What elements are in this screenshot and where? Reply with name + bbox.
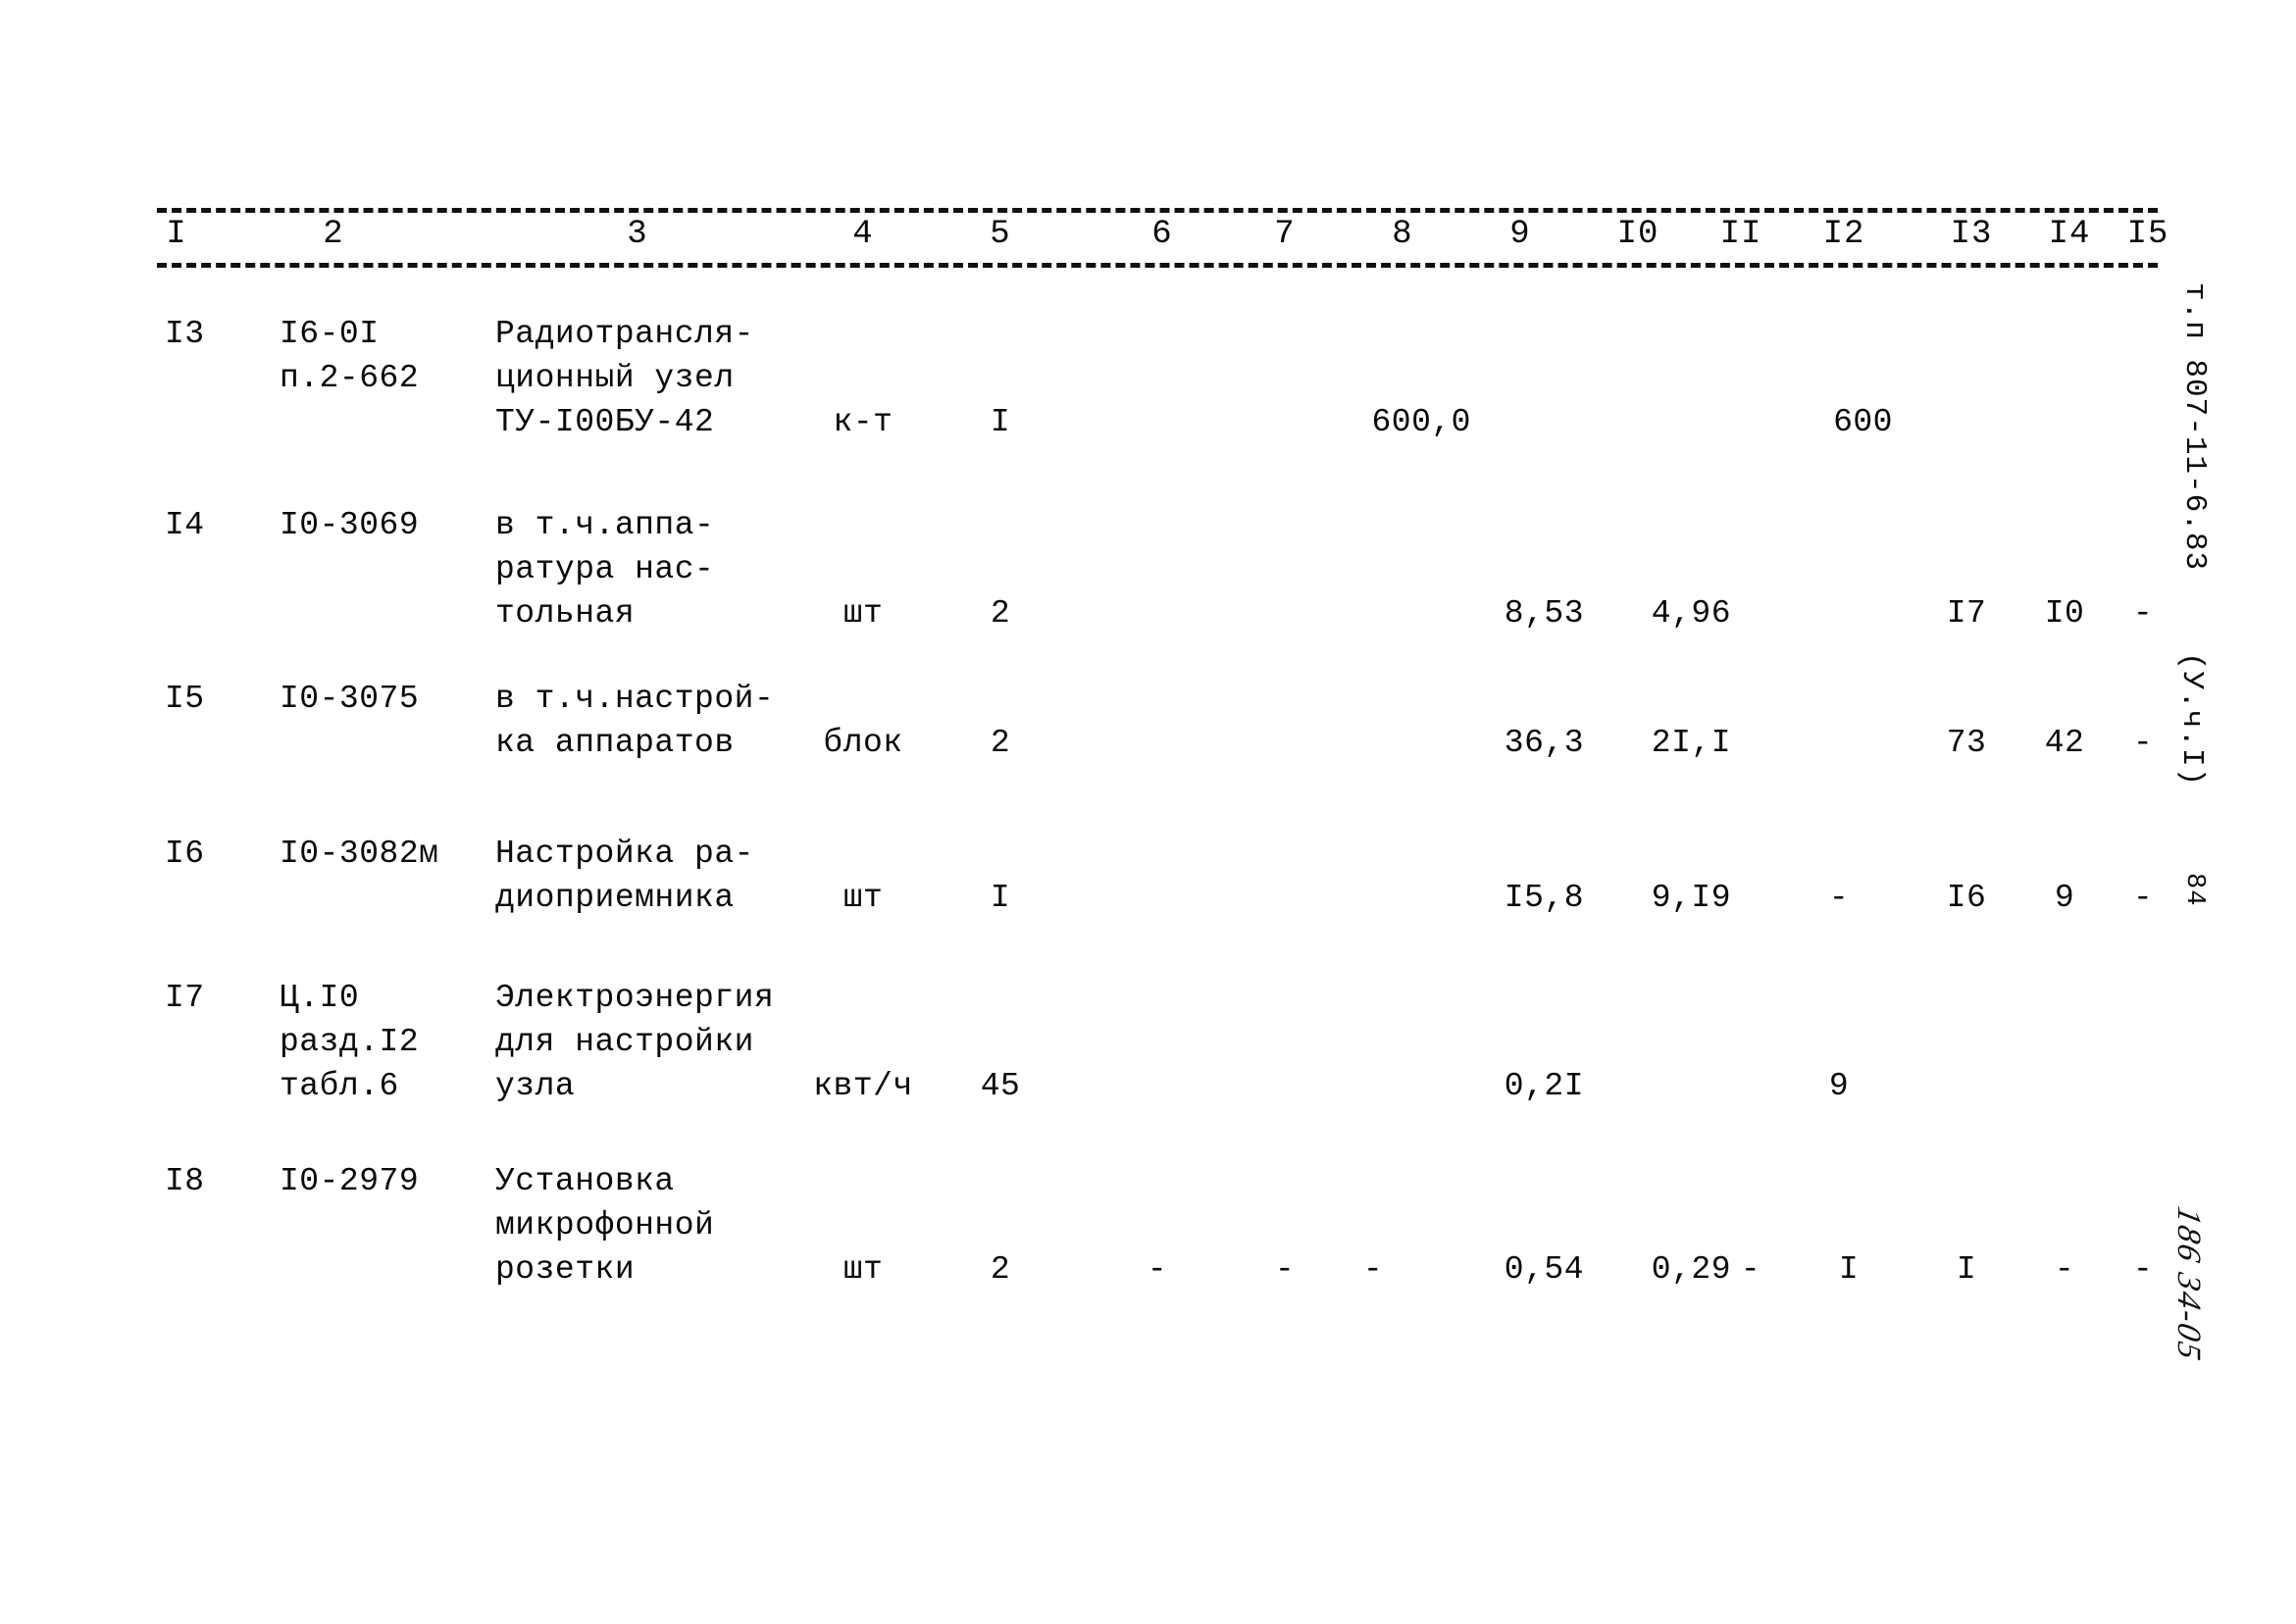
column-header-9: 9 [1509, 216, 1531, 253]
cell-col9: 0,54 [1504, 1251, 1584, 1288]
cell-code-line-1: I0-3082м [280, 836, 439, 872]
cell-desc-line-1: Электроэнергия [495, 980, 775, 1016]
column-header-13: I3 [1950, 216, 1993, 253]
page-number: 84 [2179, 873, 2209, 907]
row-number: I5 [165, 681, 205, 717]
column-header-7: 7 [1274, 216, 1296, 253]
cell-code-line-2: разд.I2 [280, 1024, 420, 1060]
table-header-top-rule [157, 208, 2158, 213]
cell-code-line-1: I6-0I [280, 316, 380, 352]
cell-col11: - [1740, 1251, 1761, 1288]
column-header-2: 2 [323, 216, 344, 253]
cell-qty: I [990, 880, 1011, 916]
row-number: I7 [165, 980, 205, 1016]
cell-desc-line-3: тольная [495, 595, 636, 632]
table-header-bottom-rule [157, 263, 2158, 268]
cell-col9: 0,2I [1504, 1068, 1584, 1104]
cell-unit: шт [842, 595, 884, 632]
cell-desc-line-1: в т.ч.настрой- [495, 681, 775, 717]
column-header-12: I2 [1822, 216, 1865, 253]
cell-desc-line-3: розетки [495, 1251, 636, 1288]
cell-col13: 73 [1946, 725, 1987, 761]
cell-code-line-2: п.2-662 [280, 360, 420, 396]
cell-qty: 2 [990, 725, 1011, 761]
cell-qty: 2 [990, 1251, 1011, 1288]
row-number: I8 [165, 1163, 205, 1199]
cell-col9: 8,53 [1504, 595, 1584, 632]
margin-handwritten-note: 186 34-05 [2170, 1203, 2207, 1365]
cell-col13: I6 [1946, 880, 1987, 916]
column-header-1: I [166, 216, 187, 253]
cell-desc-line-2: ционный узел [495, 360, 735, 396]
cell-unit: квт/ч [813, 1068, 913, 1104]
margin-stamp-section: (У.ч.I) [2174, 652, 2209, 787]
cell-code-line-1: Ц.I0 [280, 980, 360, 1016]
column-header-10: I0 [1616, 216, 1659, 253]
column-header-14: I4 [2048, 216, 2091, 253]
column-header-11: II [1719, 216, 1762, 253]
cell-unit: шт [842, 880, 884, 916]
cell-desc-line-3: ТУ-I00БУ-42 [495, 404, 715, 440]
cell-desc-line-2: диоприемника [495, 880, 735, 916]
cell-col9: 36,3 [1504, 725, 1584, 761]
cell-col10: 4,96 [1651, 595, 1731, 632]
row-number: I3 [165, 316, 205, 352]
cell-qty: 45 [980, 1068, 1021, 1104]
row-number: I6 [165, 836, 205, 872]
cell-desc-line-3: узла [495, 1068, 576, 1104]
cell-col12: I [1838, 1251, 1860, 1288]
cell-unit: к-т [833, 404, 893, 440]
cell-col13: I7 [1946, 595, 1987, 632]
cell-code-line-1: I0-3075 [280, 681, 420, 717]
cell-desc-line-1: Установка [495, 1163, 675, 1199]
column-header-4: 4 [852, 216, 874, 253]
cell-col12: 600 [1833, 404, 1893, 440]
cell-col8: - [1362, 1251, 1384, 1288]
column-header-6: 6 [1151, 216, 1173, 253]
column-header-3: 3 [627, 216, 648, 253]
cell-col10: 9,I9 [1651, 880, 1731, 916]
margin-stamp-series: т.п 807-11-6.83 [2177, 282, 2212, 572]
cell-desc-line-2: для настройки [495, 1024, 754, 1060]
cell-col10: 2I,I [1651, 725, 1731, 761]
cell-code-line-3: табл.6 [280, 1068, 399, 1104]
column-header-8: 8 [1392, 216, 1413, 253]
row-number: I4 [165, 507, 205, 543]
cell-desc-line-2: ка аппаратов [495, 725, 735, 761]
cell-code-line-1: I0-3069 [280, 507, 420, 543]
column-header-15: I5 [2126, 216, 2169, 253]
cell-col12: 9 [1828, 1068, 1850, 1104]
cell-col15: - [2132, 595, 2154, 632]
cell-col12: - [1828, 880, 1850, 916]
cell-col9: I5,8 [1504, 880, 1584, 916]
cell-col8: 600,0 [1371, 404, 1471, 440]
cell-desc-line-1: Настройка ра- [495, 836, 754, 872]
scanned-page: I 2 3 4 5 6 7 8 9 I0 II I2 I3 I4 I5 I3 I… [0, 0, 2296, 1624]
cell-col13: I [1956, 1251, 1977, 1288]
cell-col15: - [2132, 880, 2154, 916]
column-header-5: 5 [990, 216, 1011, 253]
cell-unit: шт [842, 1251, 884, 1288]
cell-desc-line-1: в т.ч.аппа- [495, 507, 715, 543]
cell-unit: блок [823, 725, 903, 761]
cell-desc-line-2: микрофонной [495, 1207, 715, 1243]
cell-desc-line-1: Радиотрансля- [495, 316, 754, 352]
cell-col6: - [1147, 1251, 1168, 1288]
cell-qty: I [990, 404, 1011, 440]
cell-desc-line-2: ратура нас- [495, 551, 715, 587]
cell-code-line-1: I0-2979 [280, 1163, 420, 1199]
cell-qty: 2 [990, 595, 1011, 632]
